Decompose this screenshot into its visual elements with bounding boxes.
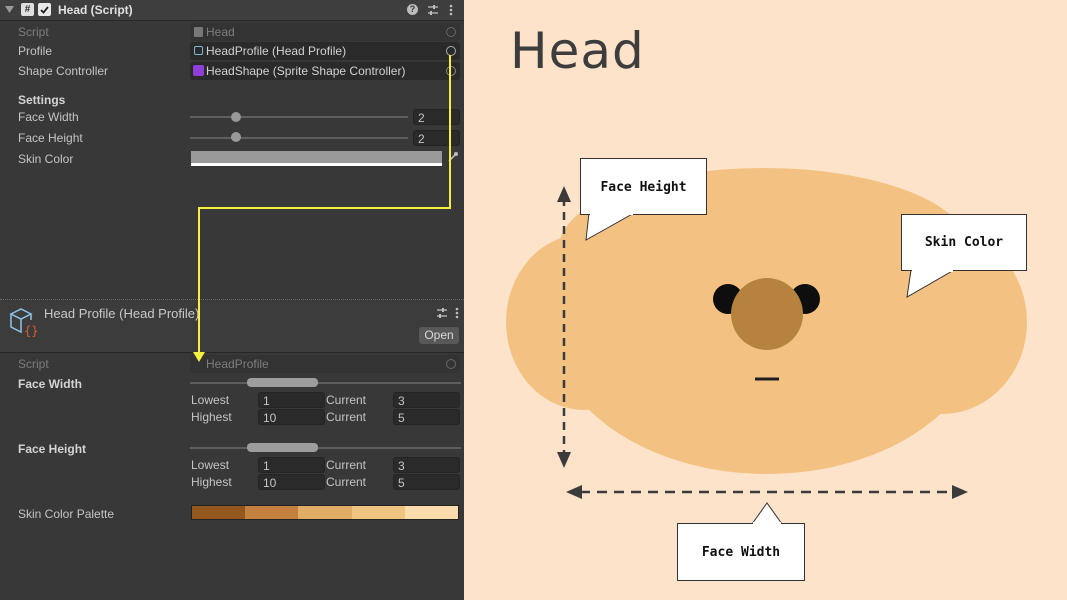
sprite-shape-icon bbox=[193, 65, 204, 76]
shape-controller-field[interactable]: HeadShape (Sprite Shape Controller) bbox=[190, 62, 460, 80]
face-width-slider-knob[interactable] bbox=[231, 112, 241, 122]
script-icon: # bbox=[21, 3, 34, 16]
kebab-menu-icon[interactable] bbox=[448, 4, 454, 16]
face-height-value-field[interactable]: 2 bbox=[413, 130, 460, 146]
fw-highest-value: 10 bbox=[263, 411, 277, 425]
head-illustration: Head Face Height Skin Color Face Width bbox=[464, 0, 1067, 600]
face-width-value-field[interactable]: 2 bbox=[413, 109, 460, 125]
object-picker-icon[interactable] bbox=[446, 66, 456, 76]
fh-highest-value: 10 bbox=[263, 476, 277, 490]
face-width-minmax-range[interactable] bbox=[247, 378, 318, 387]
svg-text:{}: {} bbox=[24, 324, 38, 338]
fh-current2-label: Current bbox=[326, 475, 367, 489]
fw-current1-field[interactable]: 3 bbox=[393, 392, 460, 408]
fw-current1-label: Current bbox=[326, 393, 367, 407]
presets-icon[interactable] bbox=[427, 4, 439, 16]
fh-current1-field[interactable]: 3 bbox=[393, 457, 460, 473]
fh-lowest-value: 1 bbox=[263, 459, 270, 473]
face-height-callout-text: Face Height bbox=[600, 179, 687, 195]
fw-current1-value: 3 bbox=[398, 394, 405, 408]
skin-color-callout-text: Skin Color bbox=[924, 235, 1004, 250]
face-width-label: Face Width bbox=[18, 110, 79, 124]
script-label: Script bbox=[18, 25, 49, 39]
skin-color-callout: Skin Color bbox=[901, 214, 1027, 271]
kebab-menu-icon[interactable] bbox=[454, 307, 460, 319]
palette-swatch[interactable] bbox=[192, 506, 246, 519]
shape-controller-label: Shape Controller bbox=[18, 64, 109, 78]
fh-highest-label: Highest bbox=[191, 475, 232, 489]
fw-highest-label: Highest bbox=[191, 410, 232, 424]
profile-field[interactable]: HeadProfile (Head Profile) bbox=[190, 42, 460, 60]
fw-lowest-label: Lowest bbox=[191, 393, 230, 407]
fw-current2-label: Current bbox=[326, 410, 367, 424]
object-picker-icon bbox=[446, 27, 456, 37]
palette-swatch[interactable] bbox=[404, 506, 459, 519]
help-icon[interactable]: ? bbox=[407, 4, 418, 15]
face-height-slider-track[interactable] bbox=[190, 137, 408, 139]
script-file-icon bbox=[194, 27, 203, 37]
profile-face-height-label: Face Height bbox=[18, 442, 87, 456]
profile-face-width-label: Face Width bbox=[18, 377, 82, 391]
open-button[interactable]: Open bbox=[419, 327, 459, 344]
fh-current2-field[interactable]: 5 bbox=[393, 474, 460, 490]
profile-label: Profile bbox=[18, 44, 53, 58]
checkbox-icon[interactable] bbox=[38, 3, 51, 16]
face-height-value: 2 bbox=[418, 132, 425, 146]
profile-field-value: HeadProfile (Head Profile) bbox=[206, 44, 347, 58]
fh-current1-label: Current bbox=[326, 458, 367, 472]
palette-swatch[interactable] bbox=[298, 506, 352, 519]
face-height-minmax-range[interactable] bbox=[247, 443, 318, 452]
palette-swatch[interactable] bbox=[245, 506, 299, 519]
face-width-minmax-track[interactable] bbox=[190, 382, 461, 384]
object-picker-icon bbox=[446, 359, 456, 369]
skin-color-swatch[interactable] bbox=[191, 151, 442, 166]
face-height-label: Face Height bbox=[18, 131, 83, 145]
presets-icon[interactable] bbox=[436, 307, 448, 319]
face-width-slider-track[interactable] bbox=[190, 116, 408, 118]
component-title: Head (Script) bbox=[58, 3, 133, 17]
face-width-callout-text: Face Width bbox=[701, 544, 781, 560]
object-picker-icon[interactable] bbox=[446, 46, 456, 56]
fw-lowest-value: 1 bbox=[263, 394, 270, 408]
fh-current2-value: 5 bbox=[398, 476, 405, 490]
script-field-value: Head bbox=[206, 25, 235, 39]
face-height-callout: Face Height bbox=[580, 158, 707, 215]
face-width-callout: Face Width bbox=[677, 523, 805, 581]
foldout-arrow-icon[interactable] bbox=[5, 5, 14, 14]
asset-script-label: Script bbox=[18, 357, 49, 371]
face-width-value: 2 bbox=[418, 111, 425, 125]
fw-current2-value: 5 bbox=[398, 411, 405, 425]
skin-color-label: Skin Color bbox=[18, 152, 74, 166]
eyedropper-icon[interactable] bbox=[447, 151, 459, 163]
fh-current1-value: 3 bbox=[398, 459, 405, 473]
fh-lowest-field[interactable]: 1 bbox=[258, 457, 325, 473]
inspector-panel: # Head (Script) ? Script Head Profile He… bbox=[0, 0, 464, 600]
asset-script-field: HeadProfile bbox=[190, 355, 460, 373]
fh-highest-field[interactable]: 10 bbox=[258, 474, 325, 490]
script-field: Head bbox=[190, 23, 460, 41]
palette-swatch[interactable] bbox=[351, 506, 405, 519]
profile-asset-icon bbox=[194, 46, 203, 55]
fw-current2-field[interactable]: 5 bbox=[393, 409, 460, 425]
face-height-slider-knob[interactable] bbox=[231, 132, 241, 142]
asset-title: Head Profile (Head Profile) bbox=[44, 306, 200, 321]
fh-lowest-label: Lowest bbox=[191, 458, 230, 472]
fw-lowest-field[interactable]: 1 bbox=[258, 392, 325, 408]
asset-script-value: HeadProfile bbox=[206, 357, 269, 371]
settings-header: Settings bbox=[18, 93, 66, 107]
skin-color-palette[interactable] bbox=[191, 505, 459, 520]
skin-color-palette-label: Skin Color Palette bbox=[18, 507, 115, 521]
face-height-minmax-track[interactable] bbox=[190, 447, 461, 449]
shape-controller-value: HeadShape (Sprite Shape Controller) bbox=[206, 64, 406, 78]
nose bbox=[731, 278, 803, 350]
scriptable-object-icon: {} bbox=[9, 308, 38, 338]
head-drawing bbox=[506, 168, 1027, 525]
fw-highest-field[interactable]: 10 bbox=[258, 409, 325, 425]
